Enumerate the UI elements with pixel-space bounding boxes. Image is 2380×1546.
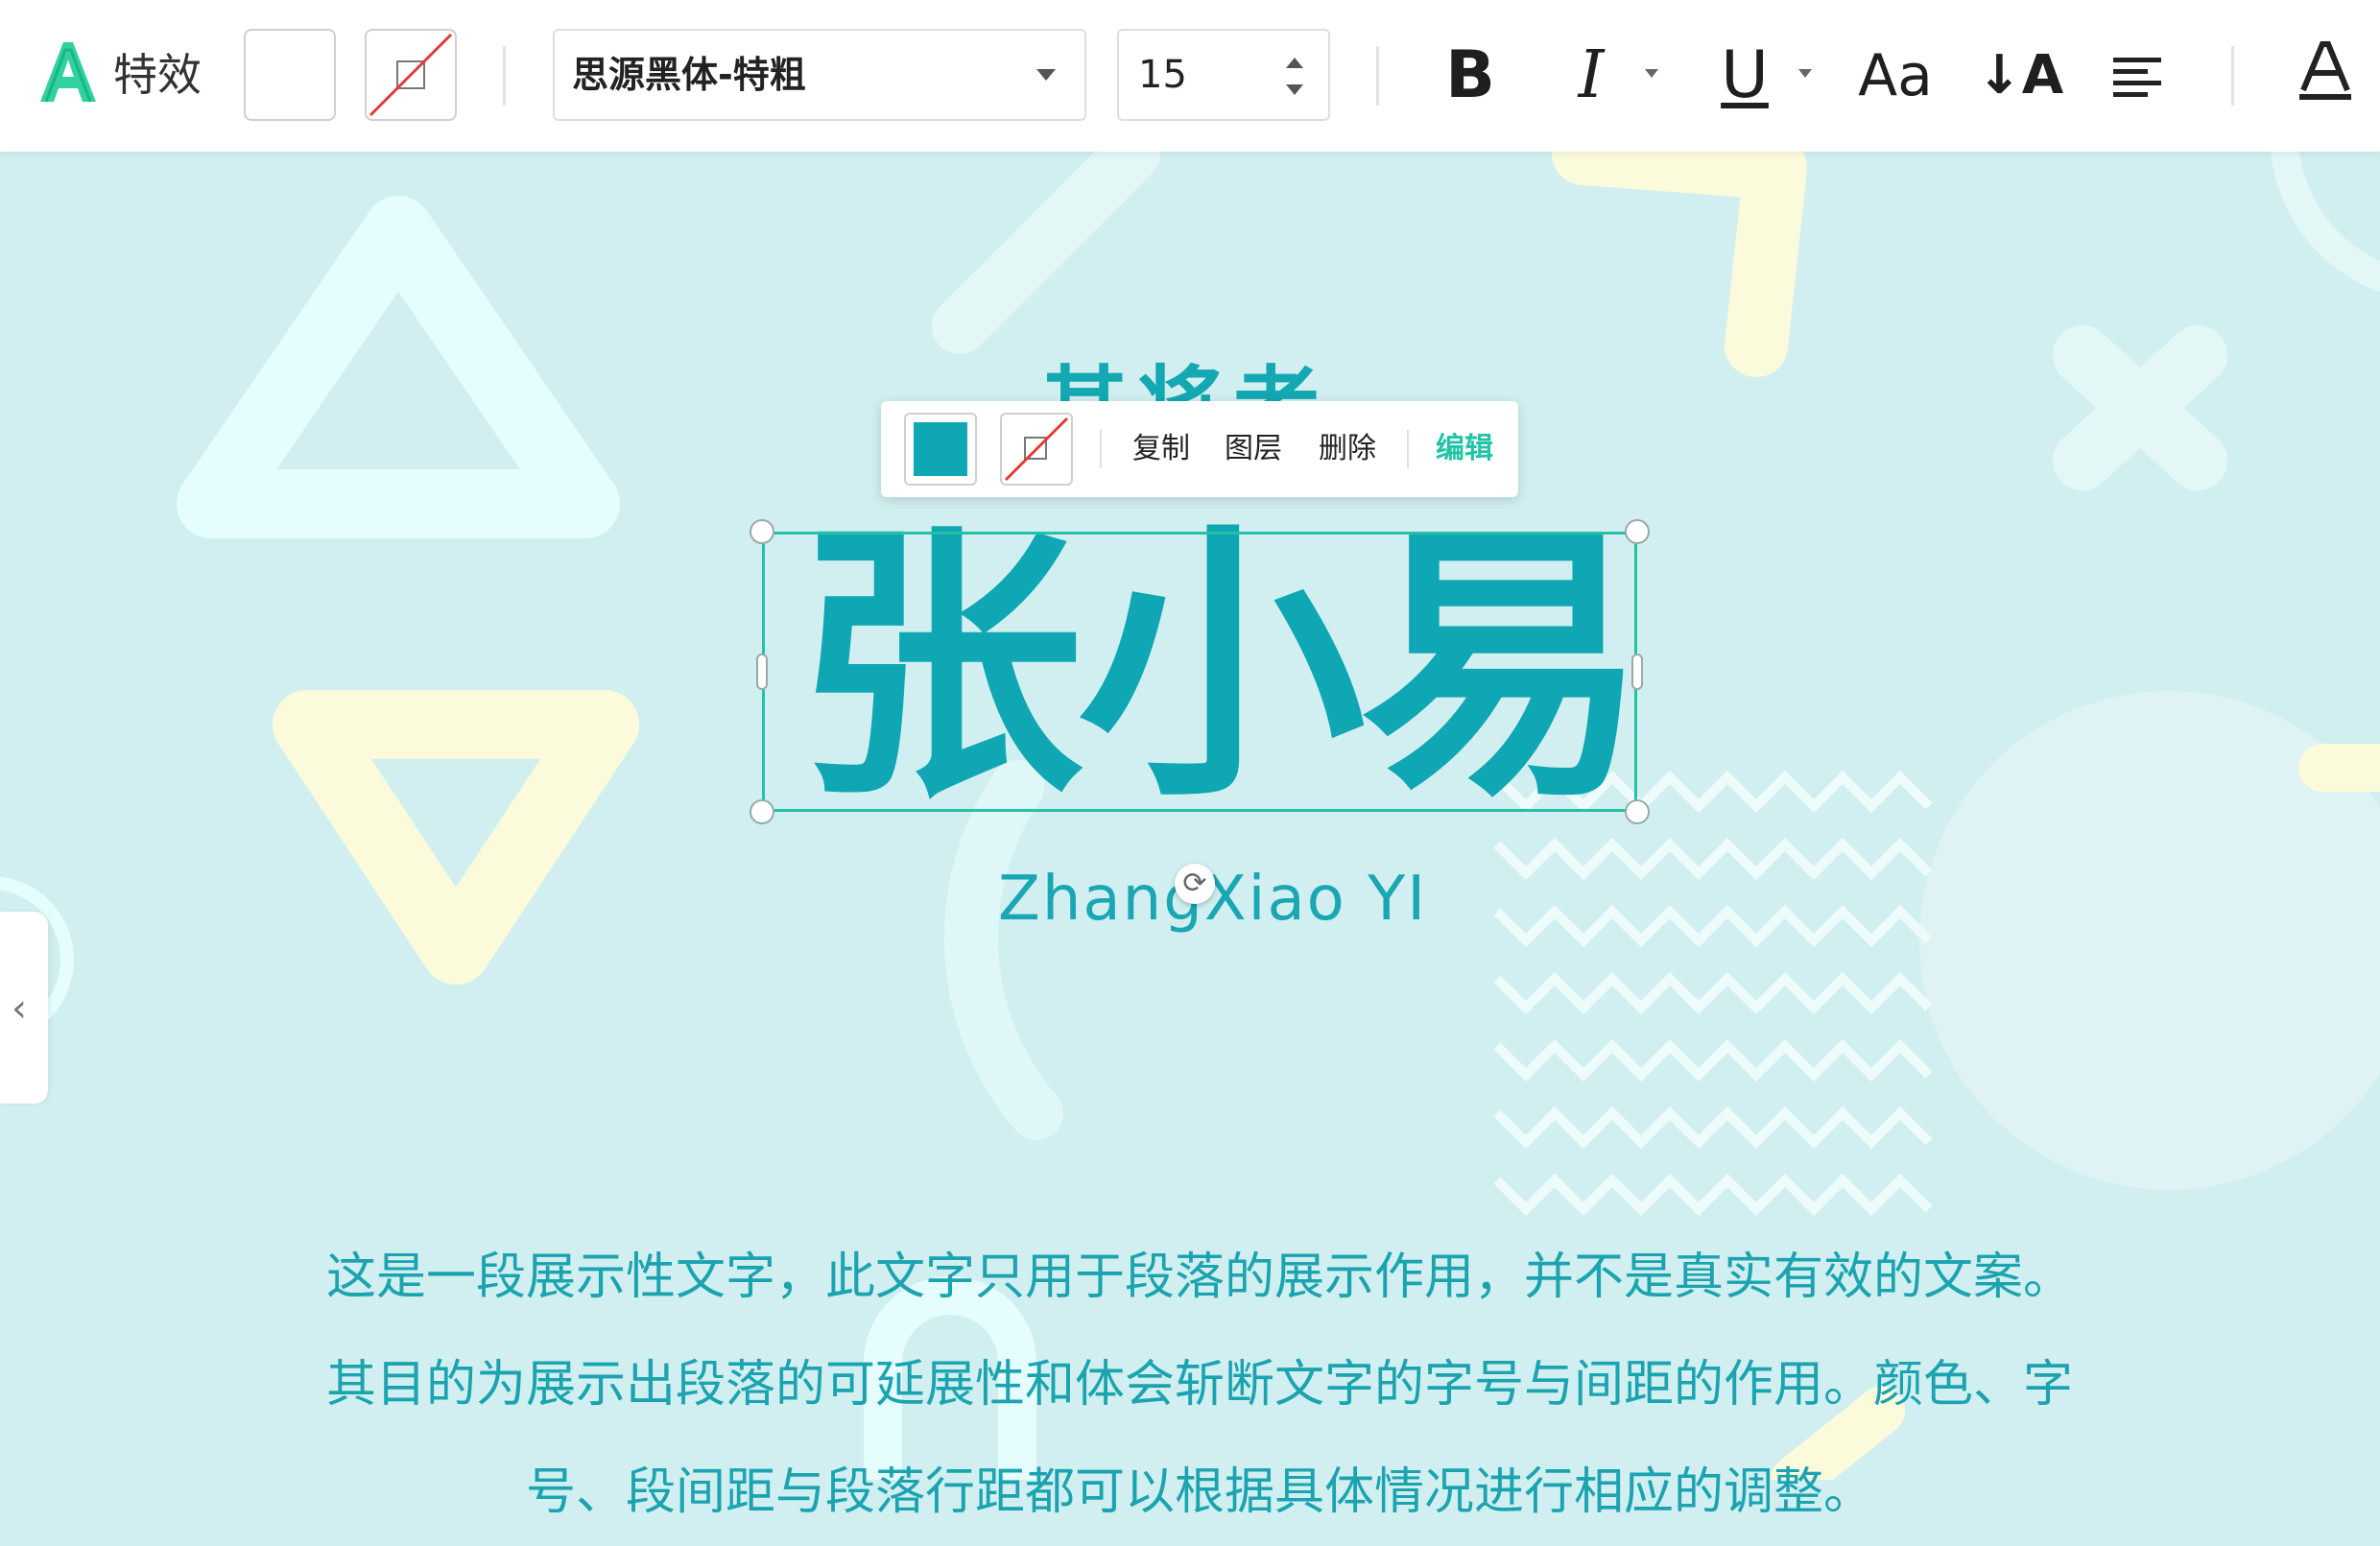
layer-button[interactable]: 图层 [1225, 428, 1282, 470]
chevron-down-icon [1036, 69, 1056, 81]
font-size-value: 15 [1138, 53, 1187, 97]
no-stroke-icon [1004, 416, 1069, 482]
align-left-icon[interactable] [2111, 54, 2165, 100]
arc-shape [943, 760, 1063, 1140]
triangle-shape [177, 196, 620, 538]
resize-handle-right[interactable] [1631, 654, 1643, 690]
resize-handle-left[interactable] [756, 654, 768, 690]
fill-color-preview [914, 422, 967, 476]
chevron-left-icon: ‹ [12, 987, 27, 1031]
element-fill-swatch[interactable] [904, 413, 977, 486]
stroke-color-swatch[interactable] [365, 29, 457, 121]
rotate-icon[interactable]: ⟳ [1175, 864, 1215, 904]
context-divider [1100, 430, 1102, 468]
edit-button[interactable]: 编辑 [1436, 428, 1493, 470]
selection-box[interactable] [762, 532, 1637, 812]
triangle-shape [273, 690, 639, 985]
delete-button[interactable]: 删除 [1319, 428, 1376, 470]
side-panel-toggle[interactable]: ‹ [0, 912, 48, 1104]
text-case-button[interactable]: Aa [1852, 33, 1939, 119]
toolbar-divider [2231, 46, 2234, 106]
resize-handle-top-right[interactable] [1625, 519, 1650, 544]
font-size-stepper[interactable]: 15 [1117, 29, 1330, 121]
wave-pattern [1493, 770, 1933, 1217]
italic-button[interactable]: I [1564, 33, 1618, 119]
bold-button[interactable]: B [1440, 33, 1501, 119]
toolbar-divider [503, 46, 506, 106]
triangle-shape [1552, 122, 1807, 377]
element-context-toolbar: 复制 图层 删除 编辑 [881, 401, 1518, 497]
paragraph-line: 这是一段展示性文字，此文字只用于段落的展示作用，并不是真实有效的文案。 [325, 1249, 2073, 1306]
resize-handle-bottom-right[interactable] [1625, 799, 1650, 824]
font-family-value: 思源黑体-特粗 [572, 54, 806, 96]
underline-button[interactable]: U [1716, 33, 1773, 119]
text-effect-icon[interactable] [36, 38, 100, 106]
effects-label[interactable]: 特效 [113, 48, 202, 102]
italic-dropdown-icon[interactable] [1645, 69, 1658, 78]
copy-button[interactable]: 复制 [1132, 428, 1190, 470]
paragraph-line: 其目的为展示出段落的可延展性和体会斩断文字的字号与间距的作用。颜色、字 [325, 1356, 2073, 1414]
no-stroke-icon [369, 33, 453, 117]
element-stroke-swatch[interactable] [1000, 413, 1073, 486]
title-text-partial[interactable]: 其将者 [1041, 355, 1329, 405]
line-spacing-button[interactable]: ↓A [1977, 33, 2063, 119]
bar-shape [932, 126, 1160, 354]
resize-handle-bottom-left[interactable] [750, 799, 774, 824]
font-family-select[interactable]: 思源黑体-特粗 [553, 29, 1086, 121]
text-toolbar: 特效 思源黑体-特粗 15 B I U Aa ↓A [0, 0, 2380, 152]
text-color-icon[interactable] [2297, 38, 2353, 102]
context-divider [1407, 430, 1409, 468]
paragraph-line: 号、段间距与段落行距都可以根据具体情况进行相应的调整。 [525, 1463, 1873, 1521]
fill-color-swatch[interactable] [244, 29, 336, 121]
resize-handle-top-left[interactable] [750, 519, 774, 544]
paragraph-text[interactable]: 这是一段展示性文字，此文字只用于段落的展示作用，并不是真实有效的文案。 其目的为… [182, 1224, 2217, 1546]
increase-arrow-icon[interactable] [1286, 58, 1303, 68]
decrease-arrow-icon[interactable] [1286, 84, 1303, 95]
toolbar-divider [1376, 46, 1379, 106]
underline-dropdown-icon[interactable] [1798, 69, 1812, 78]
